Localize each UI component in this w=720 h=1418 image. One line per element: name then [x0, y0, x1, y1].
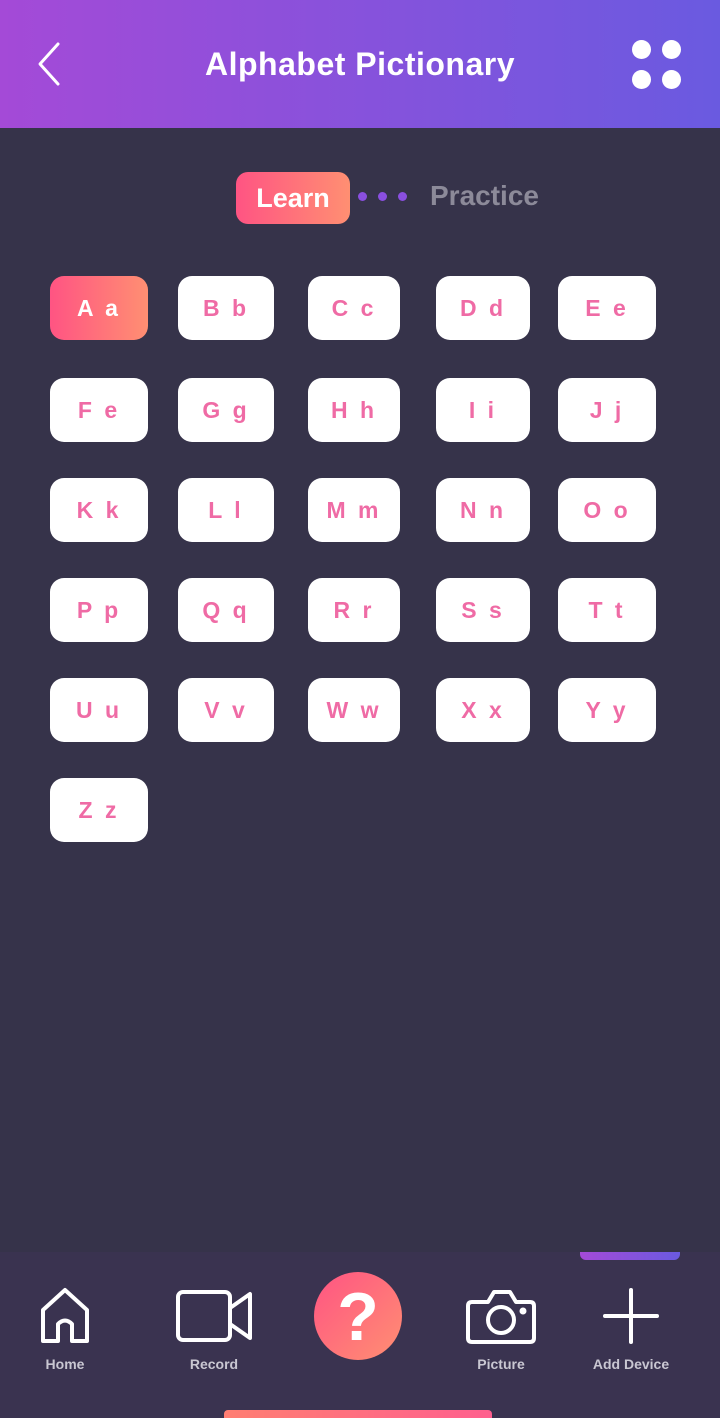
- nav-home-label: Home: [45, 1356, 85, 1372]
- app-header: Alphabet Pictionary: [0, 0, 720, 128]
- help-button[interactable]: ?: [314, 1272, 402, 1360]
- page-title: Alphabet Pictionary: [205, 46, 515, 82]
- home-icon: [41, 1288, 89, 1343]
- letter-button-u[interactable]: U u: [50, 678, 148, 742]
- active-nav-indicator: [580, 1252, 680, 1260]
- letter-button-w[interactable]: W w: [308, 678, 400, 742]
- home-indicator: [224, 1410, 492, 1418]
- letter-button-y[interactable]: Y y: [558, 678, 656, 742]
- letter-button-e[interactable]: E e: [558, 276, 656, 340]
- mode-tabs: Learn Practice: [0, 172, 720, 224]
- tab-learn[interactable]: Learn: [236, 172, 350, 224]
- nav-picture[interactable]: Picture: [466, 1270, 536, 1400]
- letter-button-b[interactable]: B b: [178, 276, 274, 340]
- letter-button-c[interactable]: C c: [308, 276, 400, 340]
- letter-button-i[interactable]: I i: [436, 378, 530, 442]
- nav-home[interactable]: Home: [30, 1270, 100, 1400]
- letter-button-v[interactable]: V v: [178, 678, 274, 742]
- letter-button-a[interactable]: A a: [50, 276, 148, 340]
- letter-button-f[interactable]: F e: [50, 378, 148, 442]
- plus-icon: [603, 1288, 659, 1344]
- letter-button-t[interactable]: T t: [558, 578, 656, 642]
- menu-button[interactable]: [626, 34, 688, 94]
- question-mark-icon: ?: [337, 1279, 379, 1355]
- letter-button-s[interactable]: S s: [436, 578, 530, 642]
- letter-button-r[interactable]: R r: [308, 578, 400, 642]
- letter-button-g[interactable]: G g: [178, 378, 274, 442]
- letter-button-m[interactable]: M m: [308, 478, 400, 542]
- grid-dots-icon: [662, 40, 681, 59]
- grid-dots-icon: [632, 40, 651, 59]
- tab-practice[interactable]: Practice: [430, 172, 539, 224]
- letter-button-l[interactable]: L l: [178, 478, 274, 542]
- video-camera-icon: [176, 1290, 252, 1342]
- grid-dots-icon: [662, 70, 681, 89]
- letter-button-n[interactable]: N n: [436, 478, 530, 542]
- letter-button-o[interactable]: O o: [558, 478, 656, 542]
- letter-button-q[interactable]: Q q: [178, 578, 274, 642]
- nav-record[interactable]: Record: [174, 1270, 254, 1400]
- nav-add-device-label: Add Device: [592, 1356, 670, 1372]
- nav-record-label: Record: [189, 1356, 239, 1372]
- letter-button-d[interactable]: D d: [436, 276, 530, 340]
- letter-button-x[interactable]: X x: [436, 678, 530, 742]
- nav-picture-label: Picture: [477, 1356, 525, 1372]
- letter-button-j[interactable]: J j: [558, 378, 656, 442]
- letter-button-z[interactable]: Z z: [50, 778, 148, 842]
- letter-button-p[interactable]: P p: [50, 578, 148, 642]
- letter-button-k[interactable]: K k: [50, 478, 148, 542]
- letter-button-h[interactable]: H h: [308, 378, 400, 442]
- camera-icon: [466, 1290, 536, 1344]
- nav-add-device[interactable]: Add Device: [584, 1270, 678, 1400]
- grid-dots-icon: [632, 70, 651, 89]
